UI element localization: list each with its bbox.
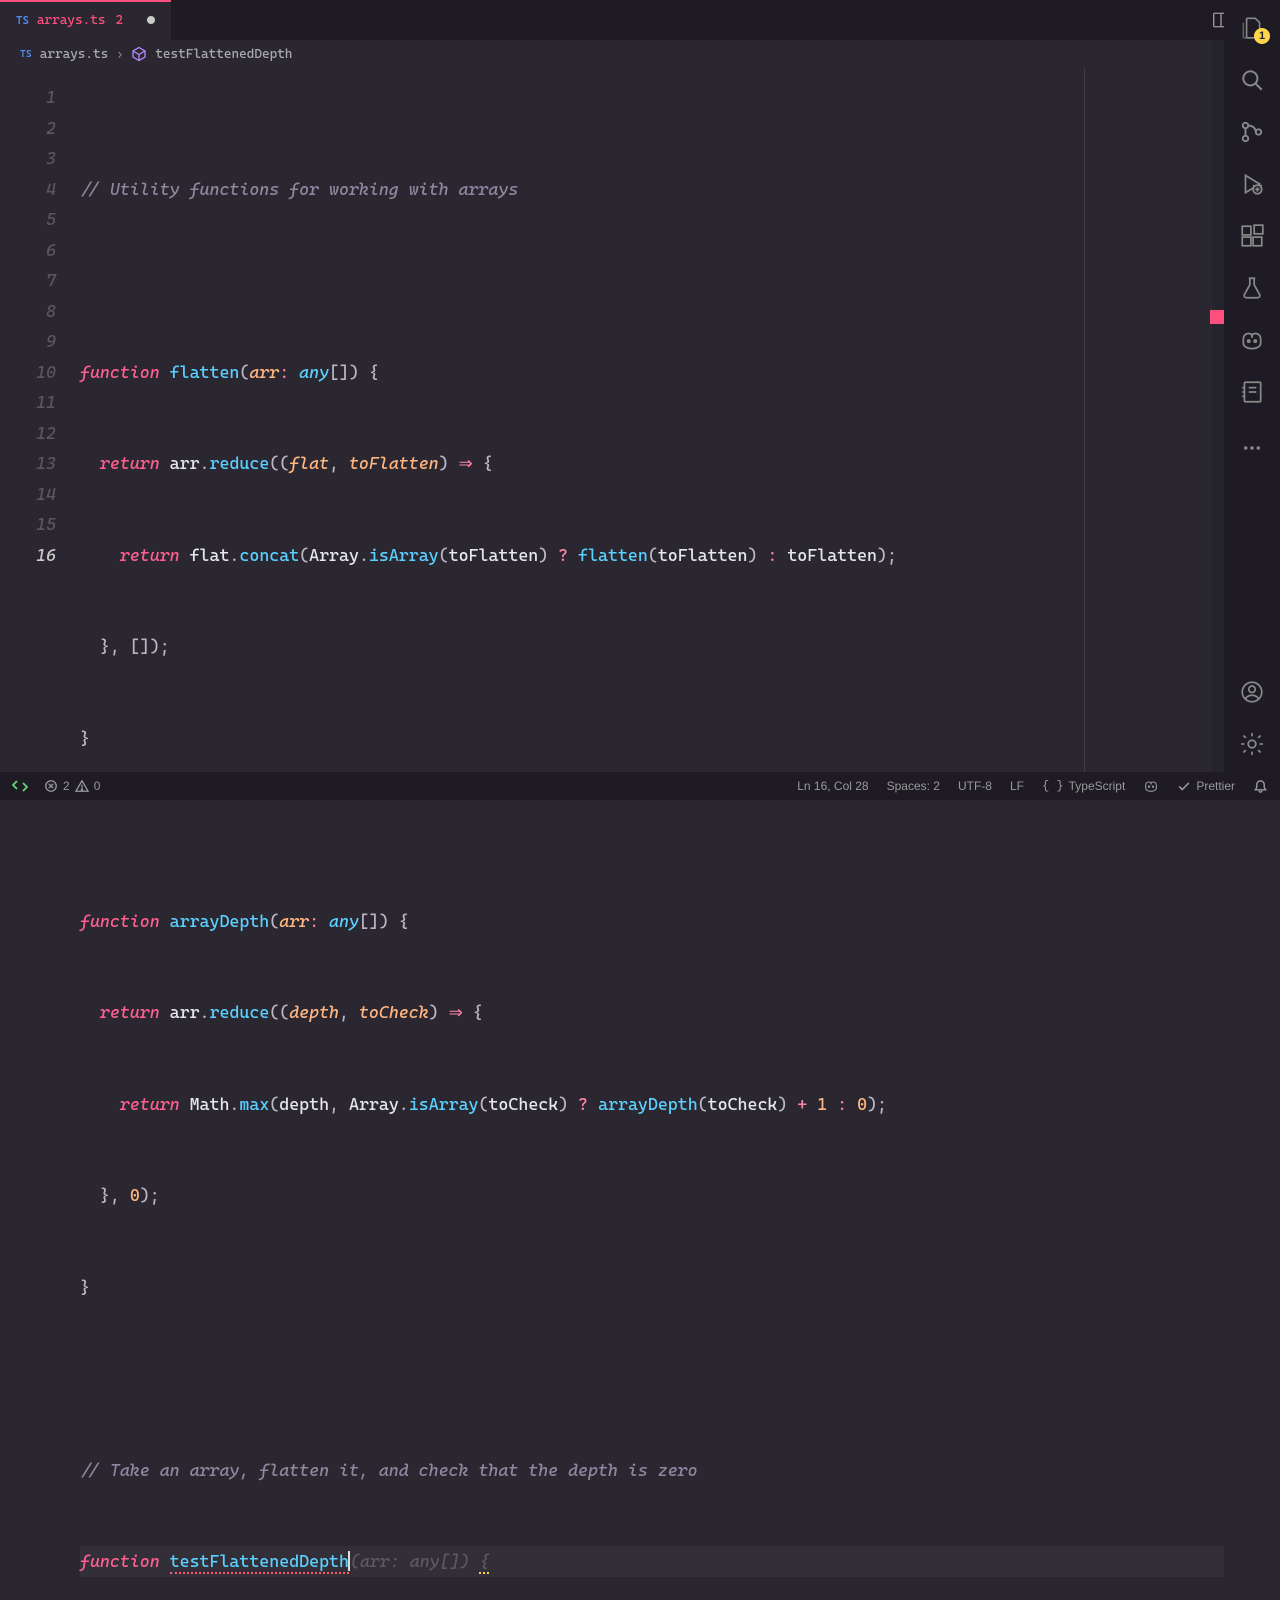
tab-active[interactable]: TS arrays.ts 2: [0, 0, 171, 40]
breadcrumb[interactable]: TS arrays.ts › testFlattenedDepth: [0, 40, 1280, 68]
activity-bar: 1: [1224, 0, 1280, 772]
notifications-icon[interactable]: [1253, 779, 1268, 794]
cursor-position[interactable]: Ln 16, Col 28: [797, 779, 868, 793]
badge-count: 1: [1254, 28, 1270, 44]
status-bar: 2 0 Ln 16, Col 28 Spaces: 2 UTF-8 LF { }…: [0, 772, 1280, 800]
extensions-icon[interactable]: [1238, 222, 1266, 250]
tab-bar: TS arrays.ts 2: [0, 0, 1280, 40]
run-debug-icon[interactable]: [1238, 170, 1266, 198]
line-number[interactable]: 12: [0, 418, 56, 449]
encoding-button[interactable]: UTF-8: [958, 779, 992, 793]
line-number[interactable]: 9: [0, 326, 56, 357]
line-number[interactable]: 4: [0, 174, 56, 205]
source-control-icon[interactable]: [1238, 118, 1266, 146]
check-icon: [1177, 779, 1191, 793]
notebook-icon[interactable]: [1238, 378, 1266, 406]
tab-filename: arrays.ts: [37, 13, 106, 28]
line-number[interactable]: 16: [0, 540, 56, 571]
indentation-button[interactable]: Spaces: 2: [887, 779, 940, 793]
ts-badge: TS: [20, 49, 32, 60]
search-icon[interactable]: [1238, 66, 1266, 94]
warning-icon: [75, 779, 89, 793]
scrollbar-vertical[interactable]: [1212, 40, 1224, 772]
problems-button[interactable]: 2 0: [44, 779, 100, 793]
account-icon[interactable]: [1238, 678, 1266, 706]
code-editor[interactable]: // Utility functions for working with ar…: [80, 68, 1224, 772]
remote-icon[interactable]: [12, 778, 28, 794]
breadcrumb-symbol[interactable]: testFlattenedDepth: [155, 47, 292, 62]
line-number[interactable]: 14: [0, 479, 56, 510]
line-number[interactable]: 2: [0, 113, 56, 144]
line-gutter[interactable]: 1 2 3 4 5 6 7 8 9 10 11 12 13 14 15 16: [0, 68, 80, 772]
eol-button[interactable]: LF: [1010, 779, 1024, 793]
dirty-dot-icon: [147, 16, 155, 24]
chevron-right-icon: ›: [116, 47, 123, 61]
comment: // Take an array, flatten it, and check …: [80, 1460, 698, 1480]
ts-badge: TS: [16, 14, 29, 27]
tab-error-count: 2: [115, 13, 123, 28]
ruler: [1084, 68, 1085, 772]
copilot-status-icon[interactable]: [1143, 778, 1159, 794]
error-icon: [44, 779, 58, 793]
comment: // Utility functions for working with ar…: [80, 179, 518, 199]
warning-count: 0: [94, 779, 101, 793]
breadcrumb-file[interactable]: arrays.ts: [40, 47, 109, 62]
more-icon[interactable]: [1238, 434, 1266, 462]
settings-gear-icon[interactable]: [1238, 730, 1266, 758]
editor-area: 1 2 3 4 5 6 7 8 9 10 11 12 13 14 15 16 /…: [0, 68, 1224, 772]
copilot-icon[interactable]: [1238, 326, 1266, 354]
warn-squiggle: {: [479, 1551, 489, 1574]
explorer-icon[interactable]: 1: [1238, 14, 1266, 42]
formatter-button[interactable]: Prettier: [1177, 779, 1235, 793]
language-mode-button[interactable]: { } TypeScript: [1042, 779, 1125, 793]
line-number[interactable]: 1: [0, 82, 56, 113]
line-number[interactable]: 8: [0, 296, 56, 327]
line-number[interactable]: 3: [0, 143, 56, 174]
error-count: 2: [63, 779, 70, 793]
error-squiggle: testFlattenedDepth: [170, 1551, 349, 1574]
line-number[interactable]: 11: [0, 387, 56, 418]
error-marker-icon[interactable]: [1210, 310, 1224, 324]
method-icon: [131, 46, 147, 62]
line-number[interactable]: 15: [0, 509, 56, 540]
line-number[interactable]: 7: [0, 265, 56, 296]
tab-accent: [0, 0, 171, 2]
line-number[interactable]: 6: [0, 235, 56, 266]
line-number[interactable]: 13: [0, 448, 56, 479]
test-icon[interactable]: [1238, 274, 1266, 302]
line-number[interactable]: 5: [0, 204, 56, 235]
line-number[interactable]: 10: [0, 357, 56, 388]
